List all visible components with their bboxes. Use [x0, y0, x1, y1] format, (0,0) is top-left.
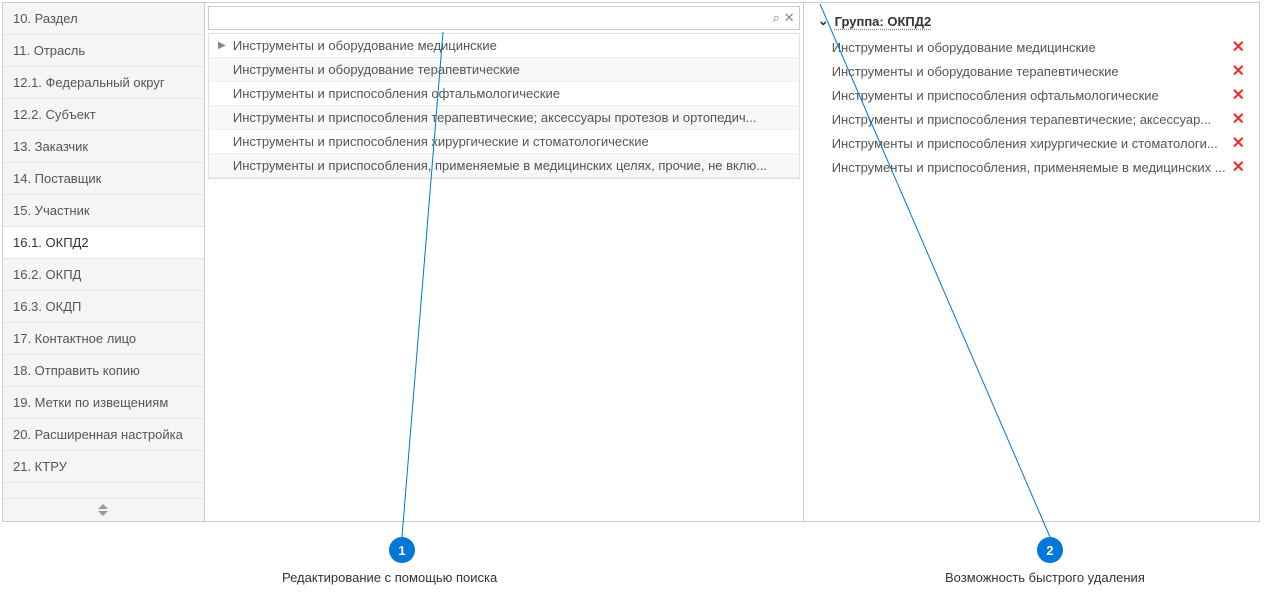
- clear-icon[interactable]: ✕: [784, 10, 795, 26]
- sidebar-item-uchastnik[interactable]: 15. Участник: [3, 195, 204, 227]
- main-window: 10. Раздел 11. Отрасль 12.1. Федеральный…: [2, 2, 1260, 522]
- sidebar-item-okpd[interactable]: 16.2. ОКПД: [3, 259, 204, 291]
- selected-item: Инструменты и приспособления терапевтиче…: [812, 107, 1251, 131]
- selected-text: Инструменты и приспособления терапевтиче…: [832, 112, 1226, 127]
- delete-icon[interactable]: ✕: [1232, 37, 1245, 57]
- selected-panel: ⌄ Группа: ОКПД2 Инструменты и оборудован…: [804, 3, 1259, 521]
- scroll-up-icon[interactable]: [98, 504, 108, 509]
- search-panel: ⌕ ✕ ▶ Инструменты и оборудование медицин…: [205, 3, 804, 521]
- selected-item: Инструменты и оборудование медицинские ✕: [812, 35, 1251, 59]
- selected-text: Инструменты и оборудование терапевтическ…: [832, 64, 1226, 79]
- selected-item: Инструменты и приспособления, применяемы…: [812, 155, 1251, 179]
- expand-icon[interactable]: ▶: [215, 40, 229, 51]
- sidebar-item-ktru[interactable]: 21. КТРУ: [3, 451, 204, 483]
- search-input[interactable]: [213, 7, 769, 29]
- sidebar: 10. Раздел 11. Отрасль 12.1. Федеральный…: [3, 3, 205, 521]
- sidebar-scroll-controls: [3, 498, 204, 521]
- sidebar-item-extended[interactable]: 20. Расширенная настройка: [3, 419, 204, 451]
- sidebar-item-razdel[interactable]: 10. Раздел: [3, 3, 204, 35]
- callout-label-1: Редактирование с помощью поиска: [282, 570, 497, 585]
- result-item[interactable]: Инструменты и приспособления хирургическ…: [209, 130, 799, 154]
- group-title: Группа: ОКПД2: [835, 14, 932, 29]
- chevron-down-icon[interactable]: ⌄: [818, 13, 829, 29]
- sidebar-item-federal-okrug[interactable]: 12.1. Федеральный округ: [3, 67, 204, 99]
- callout-label-2: Возможность быстрого удаления: [945, 570, 1145, 585]
- results-list: ▶ Инструменты и оборудование медицинские…: [208, 33, 800, 179]
- selected-item: Инструменты и приспособления хирургическ…: [812, 131, 1251, 155]
- selected-text: Инструменты и приспособления офтальмолог…: [832, 88, 1226, 103]
- selected-item: Инструменты и приспособления офтальмолог…: [812, 83, 1251, 107]
- sidebar-item-otrasl[interactable]: 11. Отрасль: [3, 35, 204, 67]
- callout-marker-2: 2: [1037, 537, 1063, 563]
- selected-text: Инструменты и приспособления, применяемы…: [832, 160, 1226, 175]
- sidebar-item-subject[interactable]: 12.2. Субъект: [3, 99, 204, 131]
- delete-icon[interactable]: ✕: [1232, 133, 1245, 153]
- selected-text: Инструменты и оборудование медицинские: [832, 40, 1226, 55]
- callout-marker-1: 1: [389, 537, 415, 563]
- result-text: Инструменты и оборудование медицинские: [233, 38, 793, 53]
- sidebar-item-okpd2[interactable]: 16.1. ОКПД2: [3, 227, 204, 259]
- delete-icon[interactable]: ✕: [1232, 109, 1245, 129]
- result-item[interactable]: Инструменты и приспособления офтальмолог…: [209, 82, 799, 106]
- delete-icon[interactable]: ✕: [1232, 61, 1245, 81]
- result-text: Инструменты и приспособления, применяемы…: [233, 158, 793, 173]
- result-item[interactable]: Инструменты и приспособления, применяемы…: [209, 154, 799, 178]
- search-bar: ⌕ ✕: [208, 6, 800, 30]
- selected-item: Инструменты и оборудование терапевтическ…: [812, 59, 1251, 83]
- sidebar-item-send-copy[interactable]: 18. Отправить копию: [3, 355, 204, 387]
- sidebar-item-postavshik[interactable]: 14. Поставщик: [3, 163, 204, 195]
- result-text: Инструменты и приспособления офтальмолог…: [233, 86, 793, 101]
- delete-icon[interactable]: ✕: [1232, 157, 1245, 177]
- result-text: Инструменты и оборудование терапевтическ…: [233, 62, 793, 77]
- result-text: Инструменты и приспособления терапевтиче…: [233, 110, 793, 125]
- result-item[interactable]: Инструменты и оборудование терапевтическ…: [209, 58, 799, 82]
- selected-text: Инструменты и приспособления хирургическ…: [832, 136, 1226, 151]
- sidebar-item-zakazchik[interactable]: 13. Заказчик: [3, 131, 204, 163]
- result-text: Инструменты и приспособления хирургическ…: [233, 134, 793, 149]
- result-item[interactable]: Инструменты и приспособления терапевтиче…: [209, 106, 799, 130]
- sidebar-item-marks[interactable]: 19. Метки по извещениям: [3, 387, 204, 419]
- result-item[interactable]: ▶ Инструменты и оборудование медицинские: [209, 34, 799, 58]
- delete-icon[interactable]: ✕: [1232, 85, 1245, 105]
- group-header[interactable]: ⌄ Группа: ОКПД2: [812, 13, 1251, 29]
- search-icon[interactable]: ⌕: [773, 10, 780, 26]
- sidebar-item-contact[interactable]: 17. Контактное лицо: [3, 323, 204, 355]
- sidebar-item-okdp[interactable]: 16.3. ОКДП: [3, 291, 204, 323]
- scroll-down-icon[interactable]: [98, 511, 108, 516]
